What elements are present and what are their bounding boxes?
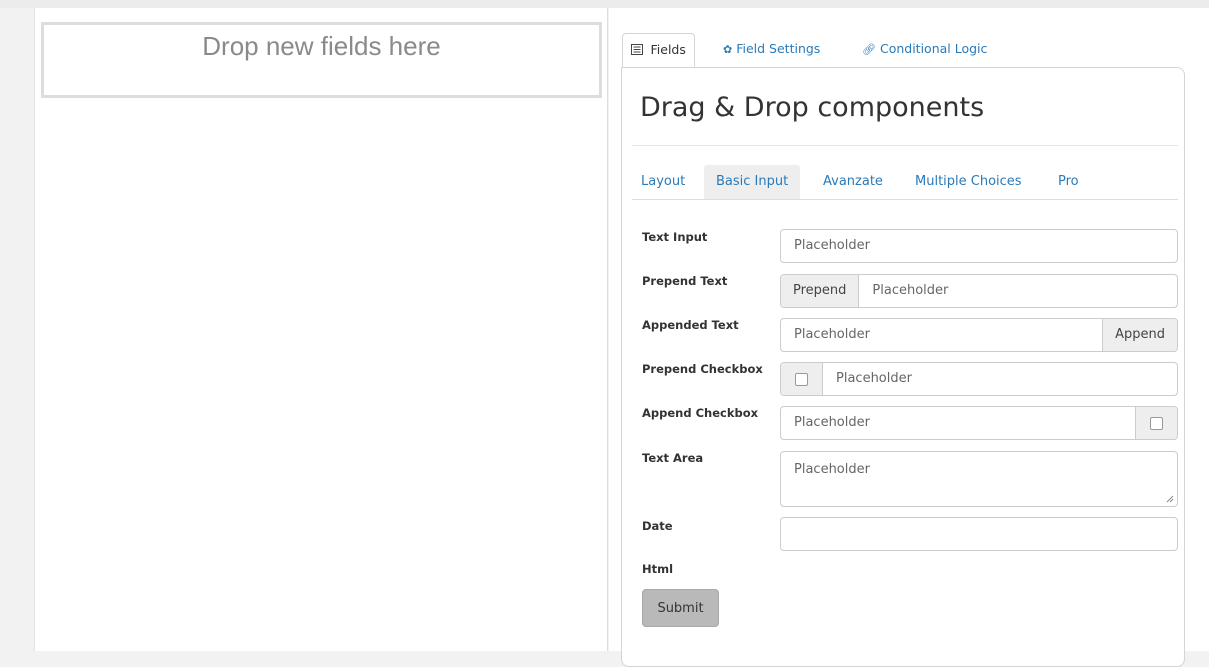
resize-handle-icon[interactable] (1166, 495, 1174, 503)
tab-conditional-logic[interactable]: 🔗︎ Conditional Logic (862, 33, 987, 67)
list-icon (631, 44, 647, 57)
prepend-checkbox-label: Prepend Checkbox (642, 362, 763, 376)
components-panel: Drag & Drop components Layout Basic Inpu… (621, 67, 1185, 667)
prepend-checkbox-input[interactable]: Placeholder (780, 362, 1178, 396)
text-area[interactable]: Placeholder (780, 451, 1178, 507)
tab-multiple-choices[interactable]: Multiple Choices (915, 165, 1022, 199)
appended-text-placeholder: Placeholder (794, 327, 870, 342)
date-input[interactable] (780, 517, 1178, 551)
prepend-text-input[interactable]: Prepend Placeholder (780, 274, 1178, 308)
text-input-label: Text Input (642, 230, 708, 244)
prepend-checkbox-addon (781, 363, 823, 395)
drop-zone-label: Drop new fields here (202, 31, 441, 61)
append-checkbox-addon (1135, 407, 1177, 439)
divider (632, 145, 1178, 146)
tab-field-settings[interactable]: ✿ Field Settings (723, 33, 820, 67)
prepend-addon: Prepend (781, 275, 860, 307)
link-icon: 🔗︎ (862, 43, 876, 56)
appended-text-label: Appended Text (642, 318, 739, 332)
drop-zone[interactable]: Drop new fields here (41, 22, 602, 98)
text-input-placeholder: Placeholder (794, 238, 870, 253)
tab-avanzate[interactable]: Avanzate (823, 165, 883, 199)
tab-fields[interactable]: Fields (622, 33, 695, 67)
append-checkbox-label: Append Checkbox (642, 406, 759, 420)
text-area-label: Text Area (642, 451, 704, 465)
prepend-checkbox-placeholder: Placeholder (836, 371, 912, 386)
panel-title: Drag & Drop components (640, 92, 985, 123)
append-checkbox-placeholder: Placeholder (794, 415, 870, 430)
append-checkbox[interactable] (1150, 416, 1163, 430)
top-strip (0, 0, 1209, 8)
form-canvas[interactable]: Drop new fields here (34, 8, 608, 651)
text-area-placeholder: Placeholder (794, 462, 870, 477)
html-label: Html (642, 562, 674, 576)
components-sidebar: Fields ✿ Field Settings 🔗︎ Conditional Log… (609, 8, 1209, 667)
prepend-text-placeholder: Placeholder (872, 283, 949, 298)
append-addon: Append (1102, 319, 1177, 351)
component-tabs: Layout Basic Input Avanzate Multiple Cho… (632, 165, 1178, 200)
tab-layout[interactable]: Layout (641, 165, 685, 199)
tab-fields-label: Fields (650, 42, 686, 57)
prepend-checkbox[interactable] (795, 372, 808, 386)
submit-button[interactable]: Submit (642, 589, 719, 627)
tab-conditional-logic-label: Conditional Logic (879, 41, 988, 56)
appended-text-input[interactable]: Placeholder Append (780, 318, 1178, 352)
tab-pro[interactable]: Pro (1058, 165, 1079, 199)
tab-basic-input[interactable]: Basic Input (704, 165, 801, 199)
gear-icon: ✿ (723, 43, 733, 56)
prepend-text-label: Prepend Text (642, 274, 728, 288)
text-input[interactable]: Placeholder (780, 229, 1178, 263)
tab-field-settings-label: Field Settings (736, 41, 821, 56)
date-label: Date (642, 519, 673, 533)
append-checkbox-input[interactable]: Placeholder (780, 406, 1178, 440)
